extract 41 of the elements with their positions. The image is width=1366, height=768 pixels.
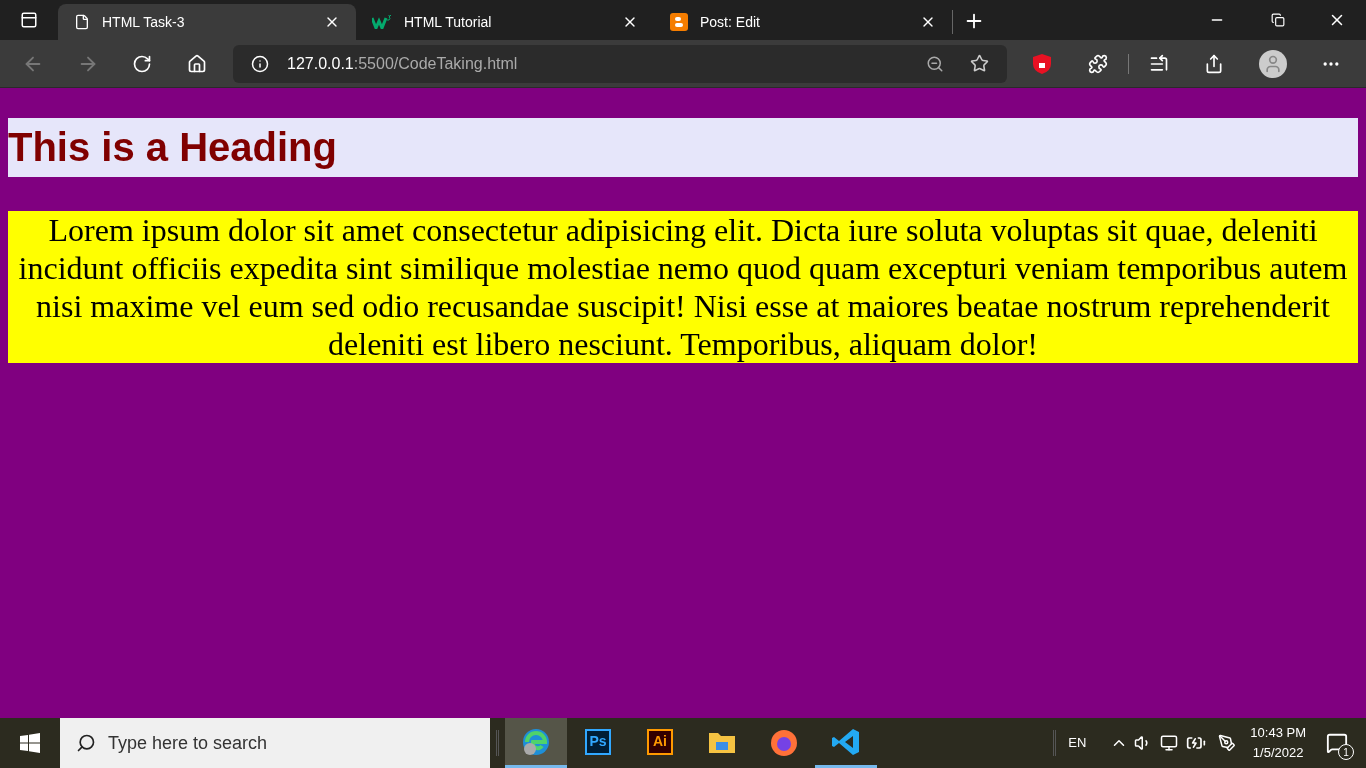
- reload-icon[interactable]: [132, 53, 152, 74]
- network-icon[interactable]: [1160, 734, 1179, 752]
- clock[interactable]: 10:43 PM 1/5/2022: [1250, 723, 1306, 763]
- address-bar[interactable]: 127.0.0.1:5500/CodeTaking.html: [233, 44, 1007, 83]
- favorites-icon[interactable]: [1149, 53, 1169, 74]
- site-logo-icon: [372, 15, 392, 29]
- add-favorite-icon[interactable]: [970, 54, 989, 73]
- info-icon[interactable]: [251, 54, 269, 73]
- pen-icon[interactable]: [1218, 734, 1237, 752]
- page-icon: [74, 14, 90, 30]
- tab-actions-icon[interactable]: [20, 11, 38, 29]
- app-logo-icon: Ai: [647, 728, 673, 755]
- browser-tab[interactable]: Post: Edit: [654, 4, 952, 40]
- paragraph: Lorem ipsum dolor sit amet consectetur adipisicing elit. Dicta iure soluta voluptas sit quae, deleniti incidunt officiis expedita sint similique molestiae nemo quod quam excepturi veniam temporibus autem nisi maxime vel eum sed odio recusandae suscipit! Nisi esse at maiores beatae nostrum reprehenderit deleniti est libero nesciunt. Temporibus, aliquam dolor!: [8, 211, 1358, 363]
- start-icon[interactable]: [20, 733, 40, 753]
- browser-tab[interactable]: HTML Task-3: [58, 4, 356, 40]
- site-logo-icon: [670, 13, 688, 31]
- search-field[interactable]: Type here to search: [60, 718, 490, 768]
- profile-avatar[interactable]: [1259, 49, 1287, 78]
- taskbar-app[interactable]: Ai: [629, 718, 691, 768]
- home-icon[interactable]: [187, 53, 207, 74]
- taskbar-app[interactable]: Ps: [567, 718, 629, 768]
- tab-title: HTML Task-3: [102, 12, 186, 32]
- restore-icon[interactable]: [1271, 13, 1285, 27]
- heading: This is a Heading: [8, 118, 1358, 177]
- zoom-out-icon[interactable]: [926, 54, 944, 73]
- url-text: 127.0.0.1:5500/CodeTaking.html: [287, 53, 518, 74]
- notification-badge: 1: [1338, 744, 1354, 760]
- notification-icon[interactable]: [1326, 732, 1348, 754]
- code-editor-icon: [831, 726, 861, 757]
- tab-title: Post: Edit: [700, 12, 761, 32]
- share-icon[interactable]: [1204, 53, 1224, 74]
- browser-tab[interactable]: HTML Tutorial: [356, 4, 654, 40]
- search-icon: [76, 733, 96, 753]
- language-indicator[interactable]: EN: [1068, 733, 1087, 753]
- shield-icon[interactable]: [1033, 53, 1051, 74]
- taskbar-app[interactable]: [505, 718, 567, 768]
- tab-title: HTML Tutorial: [404, 12, 493, 32]
- extensions-icon[interactable]: [1088, 53, 1108, 74]
- app-logo-icon: Ps: [585, 728, 611, 755]
- browser-icon: [521, 726, 551, 757]
